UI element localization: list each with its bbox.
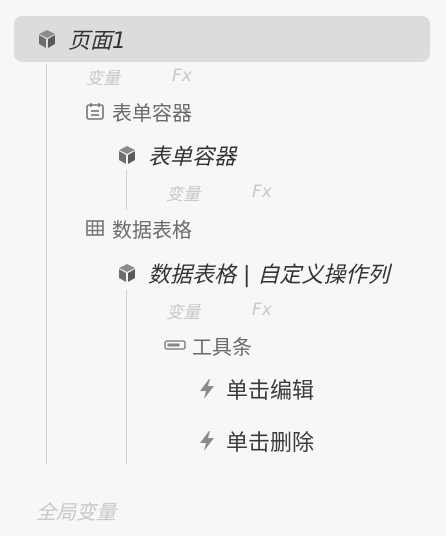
tree-node-toolbar[interactable]: 工具条 xyxy=(164,330,252,360)
tree-node-form-container-label: 表单容器 xyxy=(148,145,237,170)
tree-guide-line-table xyxy=(126,290,127,464)
tree-node-data-table[interactable]: 数据表格 | 自定义操作列 xyxy=(116,258,389,288)
tree-node-event-edit[interactable]: 单击编辑 xyxy=(196,374,314,404)
tree-node-data-table-group[interactable]: 数据表格 xyxy=(84,213,192,243)
tree-node-form-container-group[interactable]: 表单容器 xyxy=(84,96,192,126)
tree-node-event-delete[interactable]: 单击删除 xyxy=(196,426,314,456)
variables-link[interactable]: 变量 xyxy=(166,298,200,323)
tree-node-event-delete-label: 单击删除 xyxy=(226,431,315,456)
tree-node-data-table-label: 数据表格 | 自定义操作列 xyxy=(148,263,390,288)
toolbar-icon xyxy=(164,334,186,356)
global-variables[interactable]: 全局变量 xyxy=(36,496,116,524)
tree-node-data-table-vars: 变量 Fx xyxy=(166,298,272,323)
lightning-icon xyxy=(196,378,218,400)
fx-link[interactable]: Fx xyxy=(252,182,272,202)
variables-link[interactable]: 变量 xyxy=(86,64,120,89)
tree-node-event-edit-label: 单击编辑 xyxy=(226,379,315,404)
tree-guide-line-root xyxy=(46,64,47,464)
cube-icon xyxy=(116,144,138,166)
cube-icon xyxy=(36,28,58,50)
fx-link[interactable]: Fx xyxy=(172,66,192,86)
logic-tree-panel: 页面1 变量 Fx 表单容器 表单容器 变量 Fx 数据表格 数据表格 | 自定… xyxy=(0,0,446,536)
variables-link[interactable]: 变量 xyxy=(166,180,200,205)
lightning-icon xyxy=(196,430,218,452)
tree-node-toolbar-label: 工具条 xyxy=(192,334,252,359)
table-grid-icon xyxy=(84,217,106,239)
form-container-icon xyxy=(84,100,106,122)
tree-guide-line-form xyxy=(126,170,127,210)
tree-node-page-vars: 变量 Fx xyxy=(86,64,192,89)
fx-link[interactable]: Fx xyxy=(252,300,272,320)
tree-node-form-container-vars: 变量 Fx xyxy=(166,180,272,205)
tree-node-page[interactable]: 页面1 xyxy=(14,16,430,62)
global-variables-label: 全局变量 xyxy=(36,499,116,524)
tree-node-page-label: 页面1 xyxy=(68,29,126,54)
tree-node-form-container[interactable]: 表单容器 xyxy=(116,140,236,170)
tree-node-form-container-group-label: 表单容器 xyxy=(112,100,192,125)
cube-icon xyxy=(116,262,138,284)
tree-node-data-table-group-label: 数据表格 xyxy=(112,217,192,242)
